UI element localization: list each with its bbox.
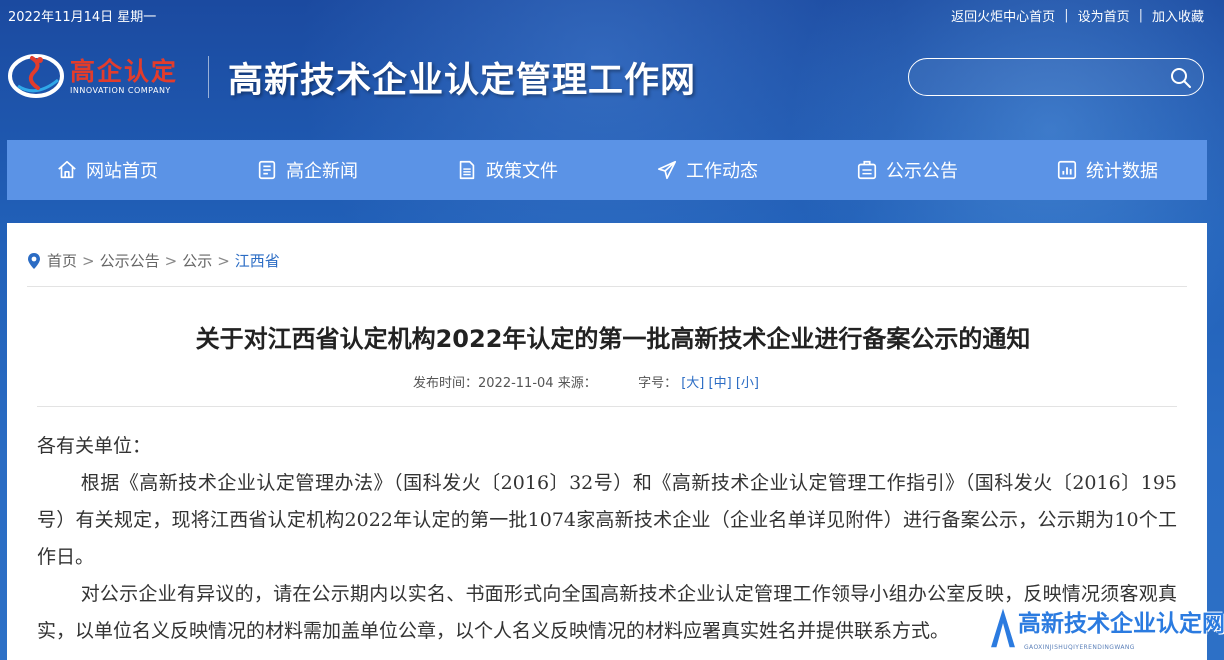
site-title: 高新技术企业认定管理工作网 <box>228 60 697 101</box>
top-links: 返回火炬中心首页 | 设为首页 | 加入收藏 <box>951 6 1204 25</box>
source-label: 来源： <box>557 376 597 391</box>
add-favorite-link[interactable]: 加入收藏 <box>1152 6 1204 25</box>
nav-label: 工作动态 <box>686 161 758 182</box>
divider <box>37 406 1177 407</box>
publish-date: 2022-11-04 <box>478 376 554 391</box>
breadcrumb-separator: > <box>82 251 95 270</box>
news-icon <box>258 160 276 180</box>
current-date: 2022年11月14日 星期一 <box>8 10 157 25</box>
nav-item-home[interactable]: 网站首页 <box>7 140 207 200</box>
nav-label: 网站首页 <box>86 161 158 182</box>
nav-item-news[interactable]: 高企新闻 <box>207 140 407 200</box>
breadcrumb-separator: > <box>164 251 178 270</box>
link-separator: | <box>1064 8 1069 23</box>
site-logo[interactable]: 高企认定 INNOVATION COMPANY <box>6 44 206 106</box>
publish-label: 发布时间： <box>413 376 479 391</box>
link-separator: | <box>1138 8 1143 23</box>
font-size-small-button[interactable]: [小] <box>736 376 759 391</box>
search-input[interactable] <box>923 65 1167 91</box>
breadcrumb-current[interactable]: 江西省 <box>235 250 280 271</box>
watermark-subtext: GAOXINJISHUQIYERENDINGWANG <box>1024 644 1135 651</box>
watermark-text: 高新技术企业认定网 <box>1018 611 1224 637</box>
logo-emblem-icon <box>8 54 64 98</box>
location-pin-icon <box>28 252 40 269</box>
font-size-medium-button[interactable]: [中] <box>709 376 732 391</box>
salutation: 各有关单位： <box>37 435 152 457</box>
breadcrumb-separator: > <box>217 251 230 270</box>
chart-icon <box>1057 160 1077 180</box>
logo-chinese-text: 高企认定 <box>70 57 179 86</box>
divider <box>27 286 1187 287</box>
set-homepage-link[interactable]: 设为首页 <box>1078 6 1130 25</box>
article-panel: 首页 > 公示公告 > 公示 > 江西省 关于对江西省认定机构2022年认定的第… <box>7 223 1207 660</box>
nav-item-work-updates[interactable]: 工作动态 <box>607 140 807 200</box>
nav-item-policy[interactable]: 政策文件 <box>407 140 607 200</box>
logo-divider <box>208 56 209 98</box>
nav-label: 统计数据 <box>1086 161 1158 182</box>
notice-icon <box>857 160 877 180</box>
article-paragraph: 根据《高新技术企业认定管理办法》（国科发火〔2016〕32号）和《高新技术企业认… <box>37 472 1177 568</box>
main-nav: 网站首页 高企新闻 政策文件 工作动态 公示公告 统计数据 <box>7 140 1207 200</box>
search-box <box>908 58 1204 96</box>
breadcrumb: 首页 > 公示公告 > 公示 > 江西省 <box>27 250 280 271</box>
home-icon <box>58 160 76 179</box>
watermark-logo-icon <box>988 603 1018 649</box>
nav-label: 公示公告 <box>886 161 958 182</box>
breadcrumb-notices[interactable]: 公示公告 <box>100 250 160 271</box>
logo-english-text: INNOVATION COMPANY <box>70 86 171 95</box>
nav-item-statistics[interactable]: 统计数据 <box>1007 140 1207 200</box>
nav-label: 高企新闻 <box>286 161 358 182</box>
document-icon <box>459 160 475 180</box>
article-meta: 发布时间：2022-11-04 来源： 字号： [大] [中] [小] <box>413 372 759 391</box>
nav-label: 政策文件 <box>486 161 558 182</box>
font-size-large-button[interactable]: [大] <box>681 376 704 391</box>
send-icon <box>657 160 677 180</box>
breadcrumb-public-notice[interactable]: 公示 <box>182 250 212 271</box>
search-icon[interactable] <box>1169 66 1193 90</box>
font-size-label: 字号： <box>638 376 678 391</box>
breadcrumb-home[interactable]: 首页 <box>47 250 77 271</box>
nav-item-notices[interactable]: 公示公告 <box>807 140 1007 200</box>
watermark: 高新技术企业认定网 GAOXINJISHUQIYERENDINGWANG <box>988 600 1224 660</box>
article-title: 关于对江西省认定机构2022年认定的第一批高新技术企业进行备案公示的通知 <box>195 325 1031 353</box>
back-to-torch-center-link[interactable]: 返回火炬中心首页 <box>951 6 1055 25</box>
top-bar: 2022年11月14日 星期一 返回火炬中心首页 | 设为首页 | 加入收藏 <box>0 0 1224 30</box>
